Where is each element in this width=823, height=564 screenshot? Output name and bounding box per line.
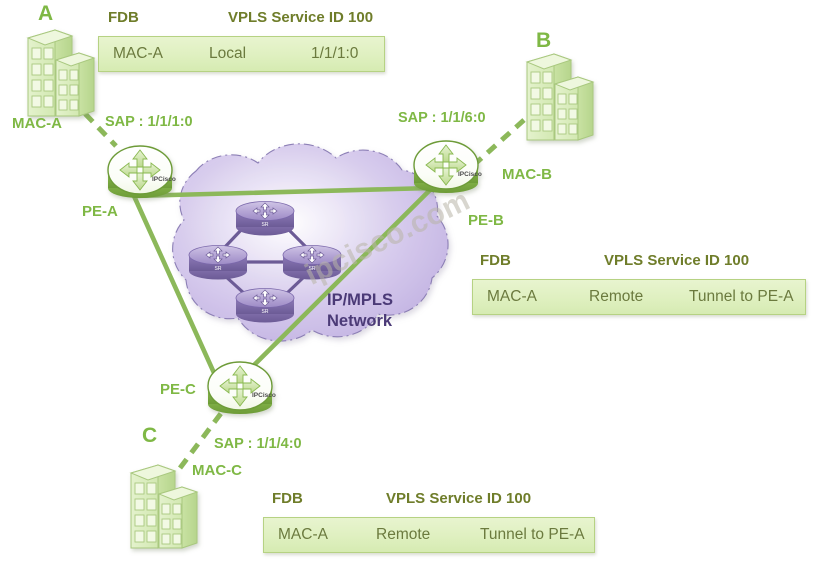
core-router-top-label: SR [262,222,269,228]
fdb-a-destination: 1/1/1:0 [311,45,359,62]
fdb-b-destination: Tunnel to PE-A [689,288,794,305]
cloud-label-line1: IP/MPLS [327,291,394,309]
site-c-letter: C [142,424,158,447]
fdb-b-title: FDB [480,252,511,269]
pe-b-badge-icon: IPCisco [458,171,482,178]
sap-label-pe-c: SAP : 1/1/4:0 [214,436,302,452]
core-router-bottom: SR [235,288,295,323]
pe-b-label: PE-B [468,212,504,229]
pe-router-b: IPCisco [413,140,482,193]
fdb-b-service: VPLS Service ID 100 [604,252,750,269]
pe-c-label: PE-C [160,381,196,398]
pe-c-badge-icon: IPCisco [252,392,276,399]
fdb-c-title: FDB [272,490,303,507]
core-router-top: SR [235,201,295,236]
fdb-c-service: VPLS Service ID 100 [386,490,532,507]
core-router-left: SR [188,245,248,280]
site-b-letter: B [536,29,552,52]
core-router-right-label: SR [309,266,316,272]
pe-a-badge-icon: IPCisco [152,176,176,183]
pe-router-a: IPCisco [107,145,176,198]
cloud-label: IP/MPLS Network [327,290,393,331]
fdb-c-destination: Tunnel to PE-A [480,526,585,543]
fdb-a-mac: MAC-A [113,45,163,62]
building-c [129,464,199,549]
diagram-canvas: SR SR SR SR IPCisco IPCisco IPCisco ipci… [0,0,823,564]
sap-label-pe-b: SAP : 1/1/6:0 [398,110,486,126]
fdb-c-mac: MAC-A [278,526,328,543]
fdb-a-title: FDB [108,9,139,26]
building-a [26,29,96,117]
site-a-letter: A [38,2,54,25]
fdb-table-a[interactable]: MAC-A Local 1/1/1:0 [98,36,385,72]
fdb-b-type: Remote [589,288,644,305]
fdb-a-type: Local [209,45,247,62]
pe-a-label: PE-A [82,203,118,220]
cloud-label-line2: Network [327,311,393,330]
building-b [525,53,595,141]
site-c-mac-label: MAC-C [192,462,242,479]
fdb-b-mac: MAC-A [487,288,537,305]
pe-router-c: IPCisco [207,361,276,414]
site-a-mac-label: MAC-A [12,115,62,132]
core-router-bottom-label: SR [262,309,269,315]
core-router-left-label: SR [215,266,222,272]
fdb-a-service: VPLS Service ID 100 [228,9,374,26]
site-b-mac-label: MAC-B [502,166,552,183]
fdb-table-c[interactable]: MAC-A Remote Tunnel to PE-A [263,517,595,553]
fdb-table-b[interactable]: MAC-A Remote Tunnel to PE-A [472,279,806,315]
fdb-c-type: Remote [376,526,431,543]
core-router-right: SR [282,245,342,280]
sap-label-pe-a: SAP : 1/1/1:0 [105,114,193,130]
